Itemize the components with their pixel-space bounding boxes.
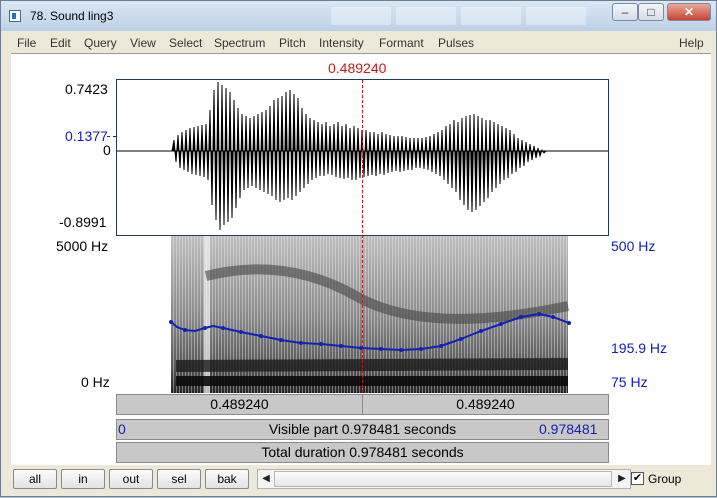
visible-part-bar[interactable]: Visible part 0.978481 seconds bbox=[116, 419, 609, 440]
bottom-toolbar: all in out sel bak ◀ ▶ ✔ Group bbox=[11, 465, 711, 493]
visible-part-label: Visible part 0.978481 seconds bbox=[268, 421, 457, 437]
sound-editor-window: 78. Sound ling3 – □ ✕ File Edit Query Vi… bbox=[0, 0, 717, 497]
horizontal-scrollbar[interactable]: ◀ ▶ bbox=[257, 469, 631, 489]
zoom-in-button[interactable]: in bbox=[61, 469, 105, 489]
visible-end: 0.978481 bbox=[539, 421, 598, 437]
scroll-right-icon[interactable]: ▶ bbox=[614, 470, 630, 488]
total-duration-bar[interactable]: Total duration 0.978481 seconds bbox=[116, 442, 609, 463]
scroll-thumb[interactable] bbox=[274, 471, 612, 487]
group-checkbox[interactable]: ✔ bbox=[631, 472, 644, 485]
zoom-all-button[interactable]: all bbox=[13, 469, 57, 489]
zoom-selection-button[interactable]: sel bbox=[157, 469, 201, 489]
visible-start: 0 bbox=[118, 421, 126, 437]
zoom-back-button[interactable]: bak bbox=[205, 469, 249, 489]
total-duration-label: Total duration 0.978481 seconds bbox=[261, 444, 464, 460]
left-time[interactable]: 0.489240 bbox=[117, 395, 363, 414]
group-label: Group bbox=[648, 472, 682, 486]
right-time[interactable]: 0.489240 bbox=[363, 395, 608, 414]
selection-bar[interactable]: 0.489240 0.489240 bbox=[116, 394, 609, 415]
zoom-out-button[interactable]: out bbox=[109, 469, 153, 489]
scroll-left-icon[interactable]: ◀ bbox=[258, 470, 274, 488]
